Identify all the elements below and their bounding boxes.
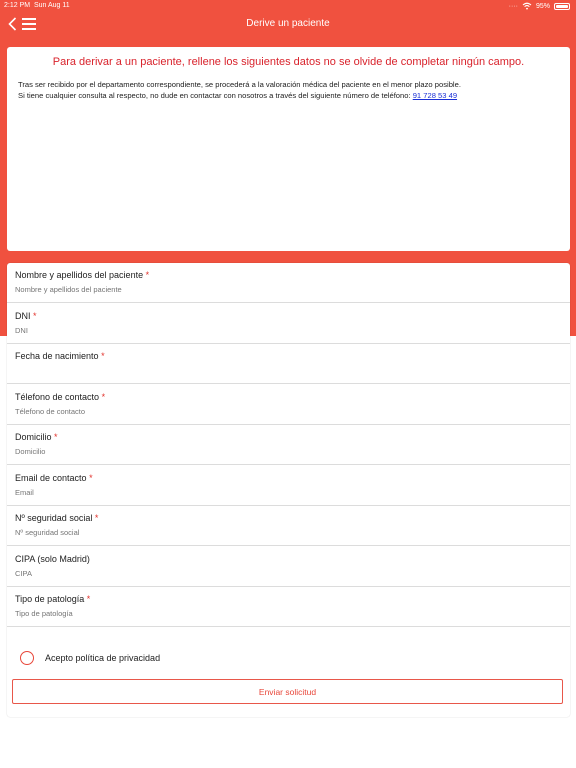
field-label: Domicilio * [15, 432, 58, 442]
field-pathology-type[interactable]: Tipo de patología * [7, 587, 570, 627]
field-label-text: Domicilio [15, 432, 52, 442]
info-heading: Para derivar a un paciente, rellene los … [52, 56, 525, 68]
status-date: Sun Aug 11 [33, 2, 70, 9]
required-marker: * [86, 594, 91, 604]
field-cipa[interactable]: CIPA (solo Madrid) [7, 547, 570, 587]
required-marker: * [54, 432, 58, 442]
field-label-text: Email de contacto [15, 472, 87, 483]
info-text-line-1: Tras ser recibido por el departamento co… [18, 80, 461, 89]
field-birth-date[interactable]: Fecha de nacimiento * [7, 344, 570, 384]
page-title: Derive un paciente [246, 18, 330, 29]
field-label-text: Nº seguridad social [15, 513, 93, 523]
patient-name-input[interactable] [15, 285, 535, 294]
field-label-text: DNI [15, 310, 31, 321]
more-dots-icon: ···· [508, 2, 518, 10]
field-label-text: Nombre y apellidos del paciente [15, 270, 144, 280]
field-label-text: Tipo de patología [15, 594, 85, 604]
phone-link[interactable]: 91 728 53 49 [413, 91, 457, 100]
dni-input[interactable] [15, 325, 535, 335]
field-patient-name[interactable]: Nombre y apellidos del paciente * [7, 263, 570, 303]
field-label-text: Télefono de contacto [15, 391, 100, 402]
phone-input[interactable] [15, 406, 535, 416]
required-marker: * [89, 472, 93, 483]
cipa-input[interactable] [15, 568, 535, 578]
info-text-line-2: Si tiene cualquier consulta al respecto,… [18, 90, 559, 101]
privacy-label[interactable]: Acepto política de privacidad [45, 653, 160, 663]
required-marker: * [145, 270, 150, 280]
required-marker: * [33, 310, 37, 321]
field-label: Nº seguridad social * [15, 513, 98, 523]
field-label: Nombre y apellidos del paciente * [15, 270, 149, 280]
field-dni[interactable]: DNI * [7, 304, 570, 344]
field-address[interactable]: Domicilio * [7, 425, 570, 465]
field-email[interactable]: Email de contacto * [7, 466, 570, 506]
status-time: 2:12 PM [4, 2, 31, 9]
privacy-radio[interactable] [20, 651, 34, 665]
wifi-icon [522, 2, 532, 10]
field-phone[interactable]: Télefono de contacto * [7, 385, 570, 425]
field-label: Tipo de patología * [15, 594, 90, 604]
field-social-security[interactable]: Nº seguridad social * [7, 506, 570, 546]
field-label: CIPA (solo Madrid) [15, 554, 90, 564]
birth-date-input[interactable] [15, 366, 535, 375]
nav-bar: Derive un paciente [0, 12, 576, 36]
status-indicators: ···· 95% [509, 2, 570, 10]
field-label-text: Fecha de nacimiento [15, 351, 99, 361]
field-label: DNI * [15, 311, 37, 321]
field-label: Fecha de nacimiento * [15, 351, 105, 361]
status-bar: 2:12 PM Sun Aug 11 ···· 95% [0, 0, 576, 12]
field-label-text: CIPA (solo Madrid) [15, 553, 90, 564]
email-input[interactable] [15, 487, 535, 497]
battery-percent: 95% [535, 2, 550, 10]
battery-icon [554, 2, 570, 10]
status-time-date: 2:12 PM Sun Aug 11 [4, 2, 70, 9]
pathology-type-input[interactable] [15, 609, 535, 618]
address-input[interactable] [15, 447, 535, 456]
required-marker: * [101, 351, 105, 361]
field-label: Email de contacto * [15, 473, 93, 483]
field-label: Télefono de contacto * [15, 392, 105, 402]
info-card: Para derivar a un paciente, rellene los … [7, 47, 570, 251]
required-marker: * [94, 513, 99, 523]
required-marker: * [101, 391, 106, 402]
info-text-line-2-text: Si tiene cualquier consulta al respecto,… [18, 91, 413, 100]
referral-form: Nombre y apellidos del paciente * DNI * … [7, 263, 570, 717]
submit-button[interactable]: Enviar solicitud [12, 679, 563, 704]
social-security-input[interactable] [15, 528, 535, 537]
